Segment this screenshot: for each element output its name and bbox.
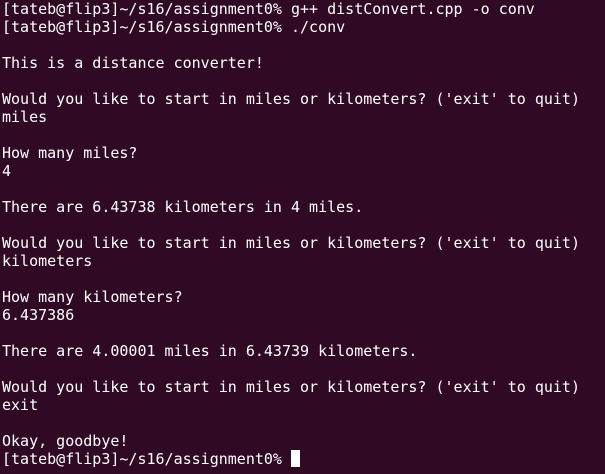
text-cursor bbox=[290, 450, 300, 467]
terminal-line: 4 bbox=[2, 162, 12, 180]
terminal-line: [tateb@flip3]~/s16/assignment0% ./conv bbox=[2, 18, 346, 36]
terminal-line: exit bbox=[2, 396, 39, 414]
prompt-line[interactable]: [tateb@flip3]~/s16/assignment0% bbox=[2, 450, 605, 468]
terminal-line: How many miles? bbox=[2, 144, 138, 162]
terminal-line: miles bbox=[2, 108, 48, 126]
terminal-line: How many kilometers? bbox=[2, 288, 183, 306]
terminal-window[interactable]: [tateb@flip3]~/s16/assignment0% g++ dist… bbox=[0, 0, 605, 474]
terminal-line: [tateb@flip3]~/s16/assignment0% g++ dist… bbox=[2, 0, 535, 18]
terminal-line: There are 6.43738 kilometers in 4 miles. bbox=[2, 198, 364, 216]
terminal-line: This is a distance converter! bbox=[2, 54, 264, 72]
terminal-line: Okay, goodbye! bbox=[2, 432, 129, 450]
terminal-line: 6.437386 bbox=[2, 306, 75, 324]
terminal-line: Would you like to start in miles or kilo… bbox=[2, 234, 580, 252]
terminal-line: There are 4.00001 miles in 6.43739 kilom… bbox=[2, 342, 418, 360]
shell-prompt: [tateb@flip3]~/s16/assignment0% bbox=[2, 450, 291, 468]
terminal-line: Would you like to start in miles or kilo… bbox=[2, 90, 580, 108]
terminal-line: kilometers bbox=[2, 252, 93, 270]
terminal-line: Would you like to start in miles or kilo… bbox=[2, 378, 580, 396]
